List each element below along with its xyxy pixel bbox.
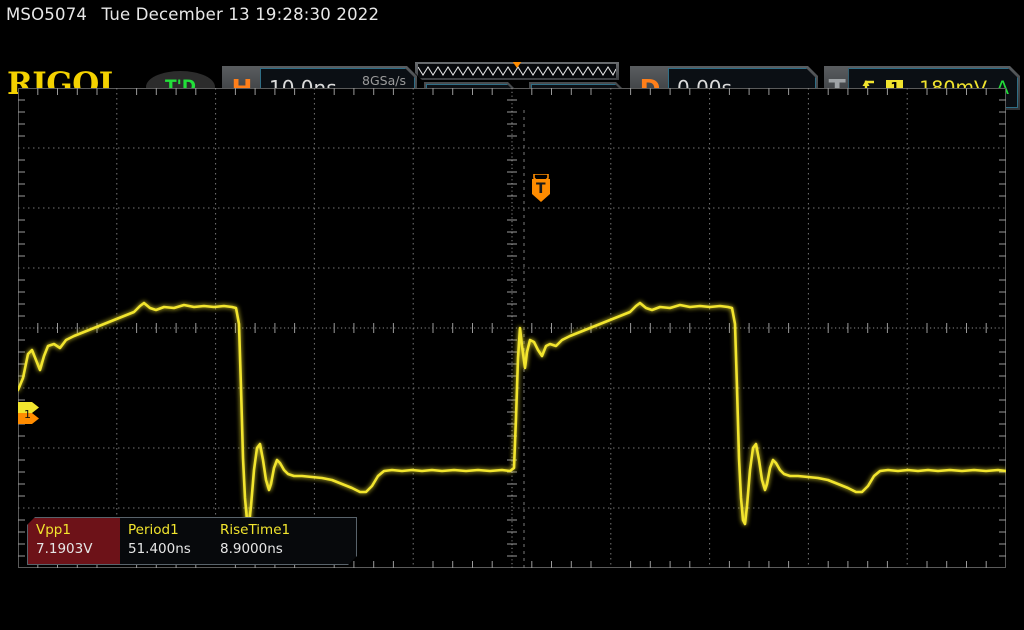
- waveform-preview-strip[interactable]: [415, 62, 619, 80]
- measurement-value: 7.1903V: [36, 541, 93, 557]
- title-bar: MSO5074 Tue December 13 19:28:30 2022: [0, 0, 1024, 30]
- toolbar: RIGOL T'D H 10.0ns 8GSa/s 800pts: [0, 30, 1024, 84]
- measurement-item-period1[interactable]: Period1 51.400ns: [120, 518, 212, 564]
- measurement-label: Vpp1: [36, 522, 71, 538]
- device-model: MSO5074: [6, 5, 88, 24]
- measurement-label: Period1: [128, 522, 179, 538]
- preview-trigger-marker-icon: [512, 61, 522, 68]
- sample-rate: 8GSa/s: [362, 73, 406, 88]
- channel1-ground-marker[interactable]: 1: [18, 401, 40, 426]
- system-datetime: Tue December 13 19:28:30 2022: [101, 5, 380, 24]
- waveform-canvas: [18, 88, 1006, 568]
- measurement-value: 51.400ns: [128, 541, 191, 557]
- measurement-table[interactable]: Vpp1 7.1903V Period1 51.400ns RiseTime1 …: [27, 517, 357, 565]
- measurement-value: 8.9000ns: [220, 541, 283, 557]
- measurement-item-vpp1[interactable]: Vpp1 7.1903V: [28, 518, 120, 564]
- measurement-label: RiseTime1: [220, 522, 291, 538]
- measurement-item-risetime1[interactable]: RiseTime1 8.9000ns: [212, 518, 304, 564]
- oscilloscope-screen: MSO5074 Tue December 13 19:28:30 2022 RI…: [0, 0, 1024, 630]
- bottom-bar: 1 2.00V 0.00V 2 500mV 0: [0, 572, 1024, 630]
- trigger-level-marker[interactable]: T: [530, 174, 552, 204]
- waveform-plot-area[interactable]: 1 T: [18, 88, 1006, 568]
- svg-text:T: T: [536, 181, 546, 197]
- svg-text:1: 1: [24, 408, 31, 421]
